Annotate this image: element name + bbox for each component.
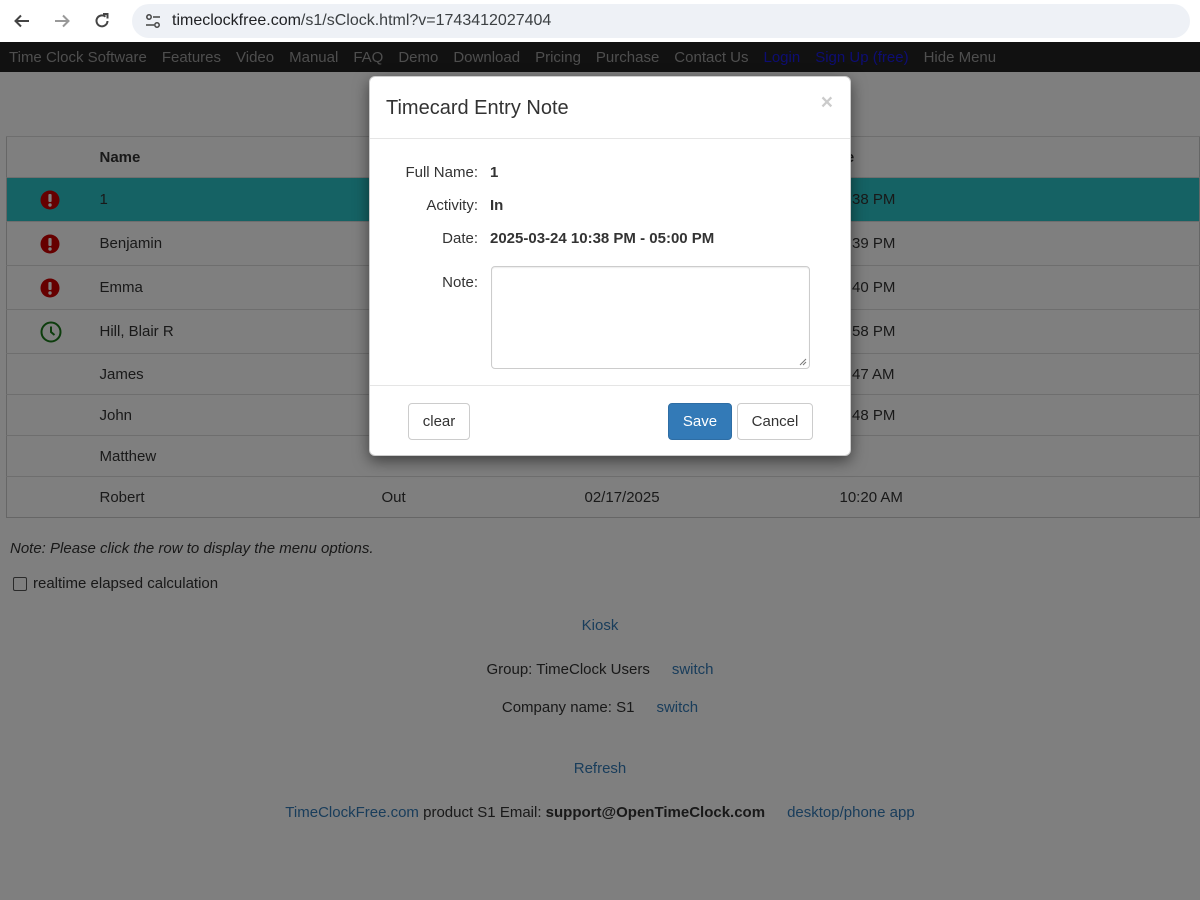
full-name-label: Full Name:: [405, 164, 478, 181]
browser-toolbar: timeclockfree.com/s1/sClock.html?v=17434…: [0, 0, 1200, 42]
date-value: 2025-03-24 10:38 PM - 05:00 PM: [490, 230, 715, 247]
cancel-button[interactable]: Cancel: [737, 403, 813, 440]
url-text: timeclockfree.com/s1/sClock.html?v=17434…: [172, 12, 552, 29]
address-bar[interactable]: timeclockfree.com/s1/sClock.html?v=17434…: [132, 4, 1190, 38]
resize-grip-icon[interactable]: [799, 358, 807, 366]
close-icon[interactable]: ×: [821, 91, 833, 115]
modal-title: Timecard Entry Note: [386, 97, 569, 119]
note-textarea[interactable]: [491, 266, 810, 369]
modal-header: Timecard Entry Note ×: [370, 77, 850, 139]
note-label: Note:: [442, 274, 478, 291]
full-name-value: 1: [490, 164, 499, 181]
site-settings-icon[interactable]: [142, 10, 164, 32]
forward-icon[interactable]: [42, 5, 82, 37]
reload-icon[interactable]: [82, 5, 122, 37]
timecard-note-dialog: Timecard Entry Note × Full Name: 1 Activ…: [369, 76, 851, 456]
activity-label: Activity:: [426, 197, 478, 214]
save-button[interactable]: Save: [668, 403, 732, 440]
back-icon[interactable]: [2, 5, 42, 37]
clear-button[interactable]: clear: [408, 403, 470, 440]
date-label: Date:: [442, 230, 478, 247]
activity-value: In: [490, 197, 504, 214]
